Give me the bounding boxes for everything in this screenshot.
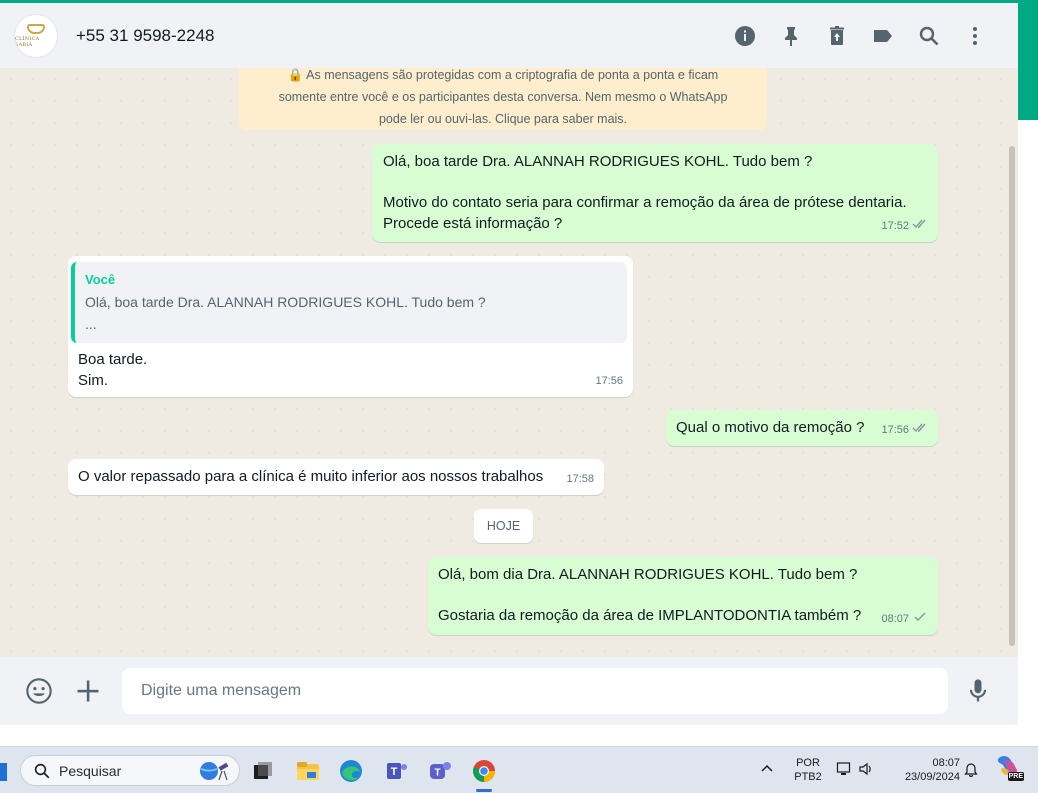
globe-telescope-icon (200, 761, 229, 780)
message-incoming[interactable]: O valor repassado para a clínica é muito… (68, 459, 604, 495)
pin-icon (785, 26, 797, 46)
delete-icon (830, 25, 844, 45)
message-text: Procede está informação ? (383, 215, 563, 232)
info-button[interactable] (722, 16, 768, 56)
chat-scrollbar[interactable] (1009, 146, 1015, 646)
search-icon (34, 763, 50, 778)
search-icon (919, 26, 939, 45)
message-time: 17:58 (566, 473, 594, 485)
quote-text: Olá, boa tarde Dra. ALANNAH RODRIGUES KO… (85, 294, 486, 310)
menu-icon (973, 26, 977, 45)
input-language[interactable]: POR PTB2 (792, 756, 824, 784)
taskbar-search-label: Pesquisar (59, 762, 122, 779)
delete-chat-button[interactable] (814, 16, 860, 56)
info-icon (735, 25, 755, 46)
message-outgoing[interactable]: Qual o motivo da remoção ? 17:56 (666, 410, 938, 446)
edge-browser-icon (340, 760, 362, 782)
taskbar-file-explorer[interactable] (291, 755, 325, 787)
quoted-message[interactable]: Você Olá, boa tarde Dra. ALANNAH RODRIGU… (71, 262, 627, 343)
preview-badge: PRE (1007, 772, 1024, 781)
message-input[interactable] (122, 668, 948, 714)
avatar-text: CLÍNICA SABIÁ (15, 35, 40, 48)
taskbar-search[interactable]: Pesquisar (20, 755, 240, 786)
start-button[interactable] (0, 763, 7, 781)
read-ticks-icon (912, 423, 926, 433)
quote-author: Você (85, 272, 116, 287)
message-text: Motivo do contato seria para confirmar a… (383, 194, 907, 211)
sent-tick-icon (914, 612, 926, 621)
menu-button[interactable] (952, 16, 998, 56)
svg-text:T: T (434, 768, 440, 779)
message-text: O valor repassado para a clínica é muito… (78, 468, 544, 485)
chat-area[interactable]: 🔒 As mensagens são protegidas com a crip… (0, 68, 1018, 657)
encryption-line-2: somente entre você e os participantes de… (278, 90, 728, 104)
taskbar-clock[interactable]: 08:07 23/09/2024 (890, 756, 960, 784)
taskbar-task-view[interactable] (246, 755, 280, 787)
teams-chat-icon: T (430, 762, 451, 779)
clock-date: 23/09/2024 (904, 771, 960, 783)
microphone-icon (969, 679, 987, 702)
message-time: 17:52 (881, 220, 909, 232)
teams-icon: T (387, 763, 407, 779)
clinic-logo-icon (27, 23, 45, 34)
volume-icon (859, 762, 871, 776)
encryption-line-1: 🔒 As mensagens são protegidas com a crip… (287, 68, 719, 82)
message-time: 08:07 (881, 613, 909, 625)
keyboard-layout: PTB2 (794, 771, 822, 783)
bell-icon (964, 763, 978, 778)
notifications-button[interactable] (964, 762, 978, 781)
chevron-up-icon (761, 764, 773, 772)
folder-icon (297, 762, 319, 780)
label-icon (874, 29, 892, 42)
message-text: Olá, bom dia Dra. ALANNAH RODRIGUES KOHL… (438, 566, 858, 583)
voice-button[interactable] (962, 675, 994, 707)
day-separator: HOJE (474, 509, 533, 543)
search-button[interactable] (906, 16, 952, 56)
emoji-icon (26, 678, 52, 704)
encryption-notice[interactable]: 🔒 As mensagens são protegidas com a crip… (239, 68, 767, 130)
message-text: Gostaria da remoção da área de IMPLANTOD… (438, 607, 862, 624)
message-time: 17:56 (595, 375, 623, 387)
attach-button[interactable] (72, 675, 104, 707)
message-outgoing[interactable]: Olá, boa tarde Dra. ALANNAH RODRIGUES KO… (372, 144, 938, 242)
message-composer (0, 657, 1018, 725)
active-app-indicator (476, 789, 492, 792)
pin-button[interactable] (768, 16, 814, 56)
task-view-icon (254, 762, 272, 779)
clock-time: 08:07 (932, 757, 960, 769)
message-text: Boa tarde. (78, 351, 148, 368)
network-icon (836, 762, 851, 775)
window-accent-strip (1018, 0, 1038, 120)
message-text: Olá, boa tarde Dra. ALANNAH RODRIGUES KO… (383, 153, 813, 170)
plus-icon (77, 680, 99, 702)
windows-taskbar: Pesquisar T T POR PTB2 08:07 23/09/2024 … (0, 746, 1038, 793)
chrome-icon (473, 760, 495, 782)
encryption-line-3: pode ler ou ouvi-las. Clique para saber … (378, 112, 628, 126)
language-code: POR (796, 757, 820, 769)
contact-avatar[interactable]: CLÍNICA SABIÁ (14, 13, 58, 58)
copilot-button[interactable]: PRE (994, 755, 1024, 783)
tray-overflow-button[interactable] (760, 761, 774, 779)
svg-text:T: T (391, 766, 398, 778)
taskbar-teams-classic[interactable]: T (380, 755, 414, 787)
emoji-button[interactable] (23, 675, 55, 707)
message-outgoing[interactable]: Olá, bom dia Dra. ALANNAH RODRIGUES KOHL… (428, 557, 938, 635)
taskbar-chrome[interactable] (467, 755, 501, 787)
message-text: Sim. (78, 372, 108, 389)
label-button[interactable] (860, 16, 906, 56)
message-time: 17:56 (881, 424, 909, 436)
window-edge (1018, 120, 1038, 725)
chat-header: CLÍNICA SABIÁ +55 31 9598-2248 (0, 0, 1018, 68)
contact-name[interactable]: +55 31 9598-2248 (76, 26, 722, 46)
message-incoming[interactable]: Você Olá, boa tarde Dra. ALANNAH RODRIGU… (68, 256, 633, 397)
quote-more: ... (85, 316, 97, 332)
read-ticks-icon (912, 219, 926, 229)
taskbar-teams[interactable]: T (423, 755, 457, 787)
taskbar-edge[interactable] (334, 755, 368, 787)
network-volume-status[interactable] (836, 761, 874, 777)
